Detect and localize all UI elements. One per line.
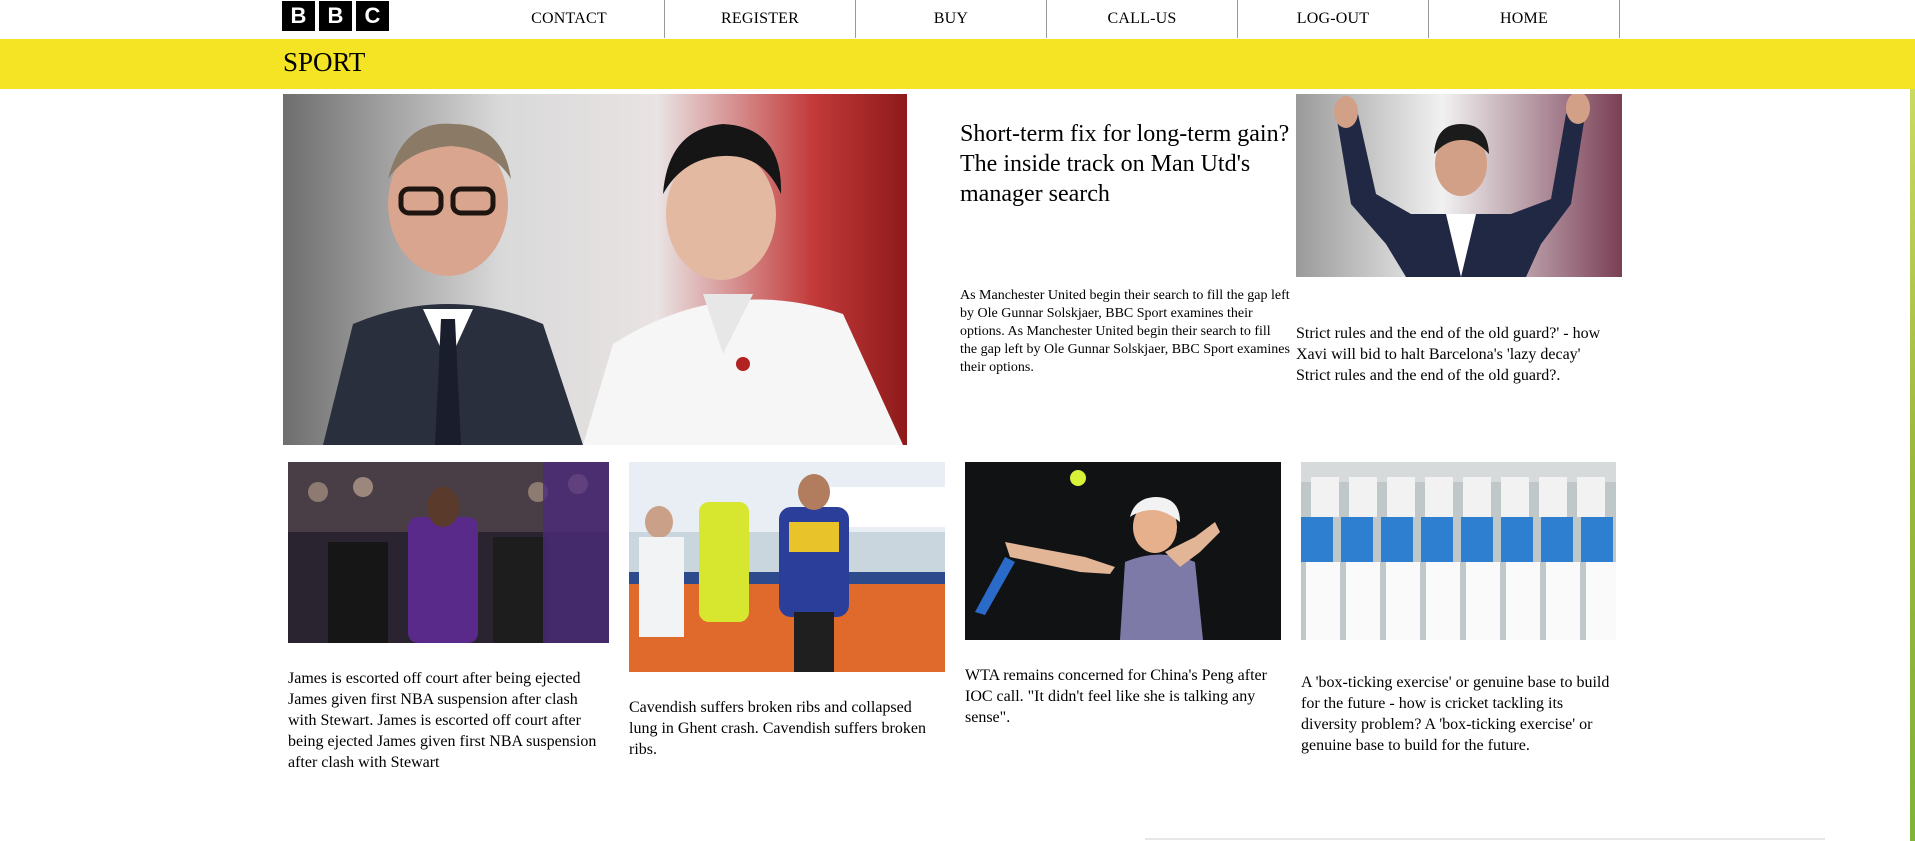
right-accent-bar	[1910, 0, 1915, 841]
logo-letter: C	[356, 1, 389, 31]
section-title: SPORT	[283, 47, 366, 77]
featured-summary: As Manchester United begin their search …	[960, 288, 1290, 375]
xavi-story-image[interactable]	[1296, 94, 1622, 277]
nav-menu: CONTACT REGISTER BUY CALL-US LOG-OUT HOM…	[474, 0, 1620, 38]
featured-headline[interactable]: Short-term fix for long-term gain? The i…	[960, 119, 1290, 209]
peng-story-caption[interactable]: WTA remains concerned for China's Peng a…	[965, 665, 1275, 728]
cavendish-story-caption[interactable]: Cavendish suffers broken ribs and collap…	[629, 697, 939, 760]
cricket-story-caption[interactable]: A 'box-ticking exercise' or genuine base…	[1301, 672, 1621, 756]
nav-call-us[interactable]: CALL-US	[1047, 0, 1238, 38]
peng-story-image[interactable]	[965, 462, 1281, 640]
nav-contact[interactable]: CONTACT	[474, 0, 665, 38]
featured-story-image[interactable]	[283, 94, 907, 445]
cricket-story-image[interactable]	[1301, 462, 1616, 640]
nba-story-caption[interactable]: James is escorted off court after being …	[288, 668, 598, 773]
section-bar: SPORT	[0, 39, 1915, 89]
cavendish-story-image[interactable]	[629, 462, 945, 672]
xavi-story-caption[interactable]: Strict rules and the end of the old guar…	[1296, 323, 1606, 386]
nav-register[interactable]: REGISTER	[665, 0, 856, 38]
logo-letter: B	[319, 1, 352, 31]
top-navigation: B B C CONTACT REGISTER BUY CALL-US LOG-O…	[0, 0, 1915, 39]
nba-story-image[interactable]	[288, 462, 609, 643]
footer-divider	[1145, 838, 1825, 840]
bbc-logo[interactable]: B B C	[282, 1, 389, 31]
nav-log-out[interactable]: LOG-OUT	[1238, 0, 1429, 38]
logo-letter: B	[282, 1, 315, 31]
nav-buy[interactable]: BUY	[856, 0, 1047, 38]
nav-home[interactable]: HOME	[1429, 0, 1620, 38]
